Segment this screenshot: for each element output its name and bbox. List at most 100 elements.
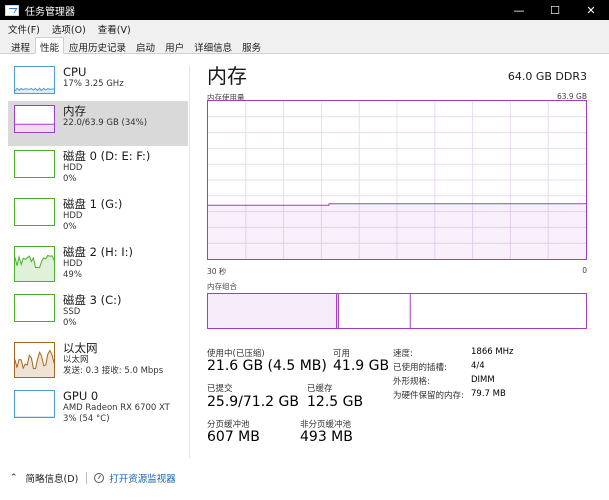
memory-mini-graph xyxy=(15,123,54,132)
sidebar-item-name: 磁盘 2 (H: I:) xyxy=(63,245,134,259)
memory-usage-graph xyxy=(207,100,587,260)
tab-details[interactable]: 详细信息 xyxy=(189,37,237,54)
sidebar-item-detail: 0% xyxy=(63,222,77,232)
memory-panel: 内存 64.0 GB DDR3 内存使用量 63.9 GB 30 秒 0 内存组… xyxy=(207,62,589,462)
sidebar-item-name: 磁盘 3 (C:) xyxy=(63,293,122,307)
memory-usage-chart xyxy=(208,101,586,259)
sidebar-item-type: SSD xyxy=(63,307,81,317)
footer-bar: ⌃ 简略信息(D) 打开资源监视器 xyxy=(0,466,609,490)
time-axis-end: 0 xyxy=(582,266,587,275)
menu-file[interactable]: 文件(F) xyxy=(4,22,44,36)
chevron-up-icon[interactable]: ⌃ xyxy=(10,473,18,483)
menu-bar: 文件(F) 选项(O) 查看(V) xyxy=(0,20,609,37)
sidebar-item-name: 以太网 xyxy=(63,341,98,355)
sidebar-item-detail: 49% xyxy=(63,270,82,280)
tab-users[interactable]: 用户 xyxy=(160,37,189,54)
sidebar-item-detail: 22.0/63.9 GB (34%) xyxy=(63,118,148,128)
sidebar-item-detail: 3% (54 °C) xyxy=(63,414,110,424)
disk-0-mini-graph xyxy=(15,151,55,178)
hardware-reserved-value: 79.7 MB xyxy=(471,389,506,399)
sidebar-item-type: 以太网 xyxy=(63,355,89,365)
usage-area xyxy=(208,203,586,259)
minimize-button[interactable]: — xyxy=(501,0,537,20)
panel-divider[interactable] xyxy=(189,66,190,458)
disk-2-mini-graph xyxy=(15,254,54,281)
cpu-thumbnail-graph xyxy=(14,66,55,94)
thumbnail-area xyxy=(15,350,54,377)
open-resource-monitor-link[interactable]: 打开资源监视器 xyxy=(109,471,176,485)
task-manager-icon xyxy=(5,4,19,16)
thumbnail-area xyxy=(15,417,55,418)
tab-app-history[interactable]: 应用历史记录 xyxy=(64,37,131,54)
committed-value: 25.9/71.2 GB xyxy=(207,394,299,410)
time-axis-start: 30 秒 xyxy=(207,267,227,276)
thumbnail-area xyxy=(15,124,54,132)
close-button[interactable]: ✕ xyxy=(573,0,609,20)
gpu-mini-graph xyxy=(15,416,55,418)
gpu-thumbnail-graph xyxy=(14,390,55,418)
menu-view[interactable]: 查看(V) xyxy=(94,22,135,36)
footer-divider xyxy=(86,472,88,484)
maximize-button[interactable]: ☐ xyxy=(537,0,573,20)
thumbnail-area xyxy=(15,255,54,281)
paged-pool-value: 607 MB xyxy=(207,429,260,445)
composition-label: 内存组合 xyxy=(207,282,237,291)
sidebar-item-type: HDD xyxy=(63,163,83,173)
disk-3-mini-graph xyxy=(15,295,55,322)
form-factor-value: DIMM xyxy=(471,375,495,385)
in-use-value: 21.6 GB (4.5 MB) xyxy=(207,358,327,374)
sidebar-item-disk-1[interactable]: 磁盘 1 (G:) HDD 0% xyxy=(8,194,188,239)
cached-label: 已缓存 xyxy=(307,384,333,394)
memory-spec: 64.0 GB DDR3 xyxy=(507,70,587,83)
sidebar-item-disk-2[interactable]: 磁盘 2 (H: I:) HDD 49% xyxy=(8,242,188,287)
in-use-segment xyxy=(208,294,337,328)
memory-thumbnail-graph xyxy=(14,105,55,133)
disk-1-mini-graph xyxy=(15,199,55,226)
slots-label: 已使用的插槽: xyxy=(393,363,447,373)
tab-performance[interactable]: 性能 xyxy=(35,37,65,54)
speed-label: 速度: xyxy=(393,349,413,359)
committed-label: 已提交 xyxy=(207,384,233,394)
sidebar-item-disk-3[interactable]: 磁盘 3 (C:) SSD 0% xyxy=(8,290,188,335)
sidebar-item-detail: 发送: 0.3 接收: 5.0 Mbps xyxy=(63,366,164,376)
ethernet-mini-graph xyxy=(15,349,54,377)
sidebar-item-type: AMD Radeon RX 6700 XT xyxy=(63,403,170,413)
memory-composition-chart xyxy=(208,294,411,328)
tab-strip: 进程 性能 应用历史记录 启动 用户 详细信息 服务 xyxy=(0,37,609,54)
sidebar-item-detail: 17% 3.25 GHz xyxy=(63,79,124,89)
ethernet-thumbnail-graph xyxy=(14,342,55,378)
sidebar-item-name: 磁盘 0 (D: E: F:) xyxy=(63,149,151,163)
form-factor-label: 外形规格: xyxy=(393,377,430,387)
cached-value: 12.5 GB xyxy=(307,394,364,410)
sidebar-item-type: HDD xyxy=(63,259,83,269)
tab-startup[interactable]: 启动 xyxy=(131,37,160,54)
disk-3-thumbnail-graph xyxy=(14,294,55,322)
disk-0-thumbnail-graph xyxy=(14,150,55,178)
menu-options[interactable]: 选项(O) xyxy=(48,22,90,36)
cpu-mini-graph xyxy=(15,87,54,93)
sidebar-item-detail: 0% xyxy=(63,318,77,328)
sidebar-item-detail: 0% xyxy=(63,174,77,184)
sidebar-item-disk-0[interactable]: 磁盘 0 (D: E: F:) HDD 0% xyxy=(8,146,188,191)
sidebar-item-type: HDD xyxy=(63,211,83,221)
memory-composition-bar xyxy=(207,293,587,329)
fewer-details-button[interactable]: 简略信息(D) xyxy=(26,471,79,485)
sidebar-item-name: CPU xyxy=(63,65,87,79)
available-value: 41.9 GB xyxy=(333,358,390,374)
resource-monitor-icon xyxy=(94,473,105,483)
sidebar-item-name: 内存 xyxy=(63,104,86,118)
disk-1-thumbnail-graph xyxy=(14,198,55,226)
resource-list: CPU 17% 3.25 GHz 内存 22.0/63.9 GB (34%) 磁… xyxy=(8,62,188,462)
sidebar-item-gpu-0[interactable]: GPU 0 AMD Radeon RX 6700 XT 3% (54 °C) xyxy=(8,386,188,431)
title-bar: 任务管理器 — ☐ ✕ xyxy=(0,0,609,20)
hardware-reserved-label: 为硬件保留的内存: xyxy=(393,391,464,401)
disk-2-thumbnail-graph xyxy=(14,246,55,282)
sidebar-item-name: GPU 0 xyxy=(63,389,99,403)
sidebar-item-memory[interactable]: 内存 22.0/63.9 GB (34%) xyxy=(8,101,188,146)
speed-value: 1866 MHz xyxy=(471,347,514,357)
sidebar-item-ethernet[interactable]: 以太网 以太网 发送: 0.3 接收: 5.0 Mbps xyxy=(8,338,188,383)
sidebar-item-name: 磁盘 1 (G:) xyxy=(63,197,123,211)
window-title: 任务管理器 xyxy=(25,6,75,18)
tab-services[interactable]: 服务 xyxy=(237,37,266,54)
tab-processes[interactable]: 进程 xyxy=(6,37,35,54)
